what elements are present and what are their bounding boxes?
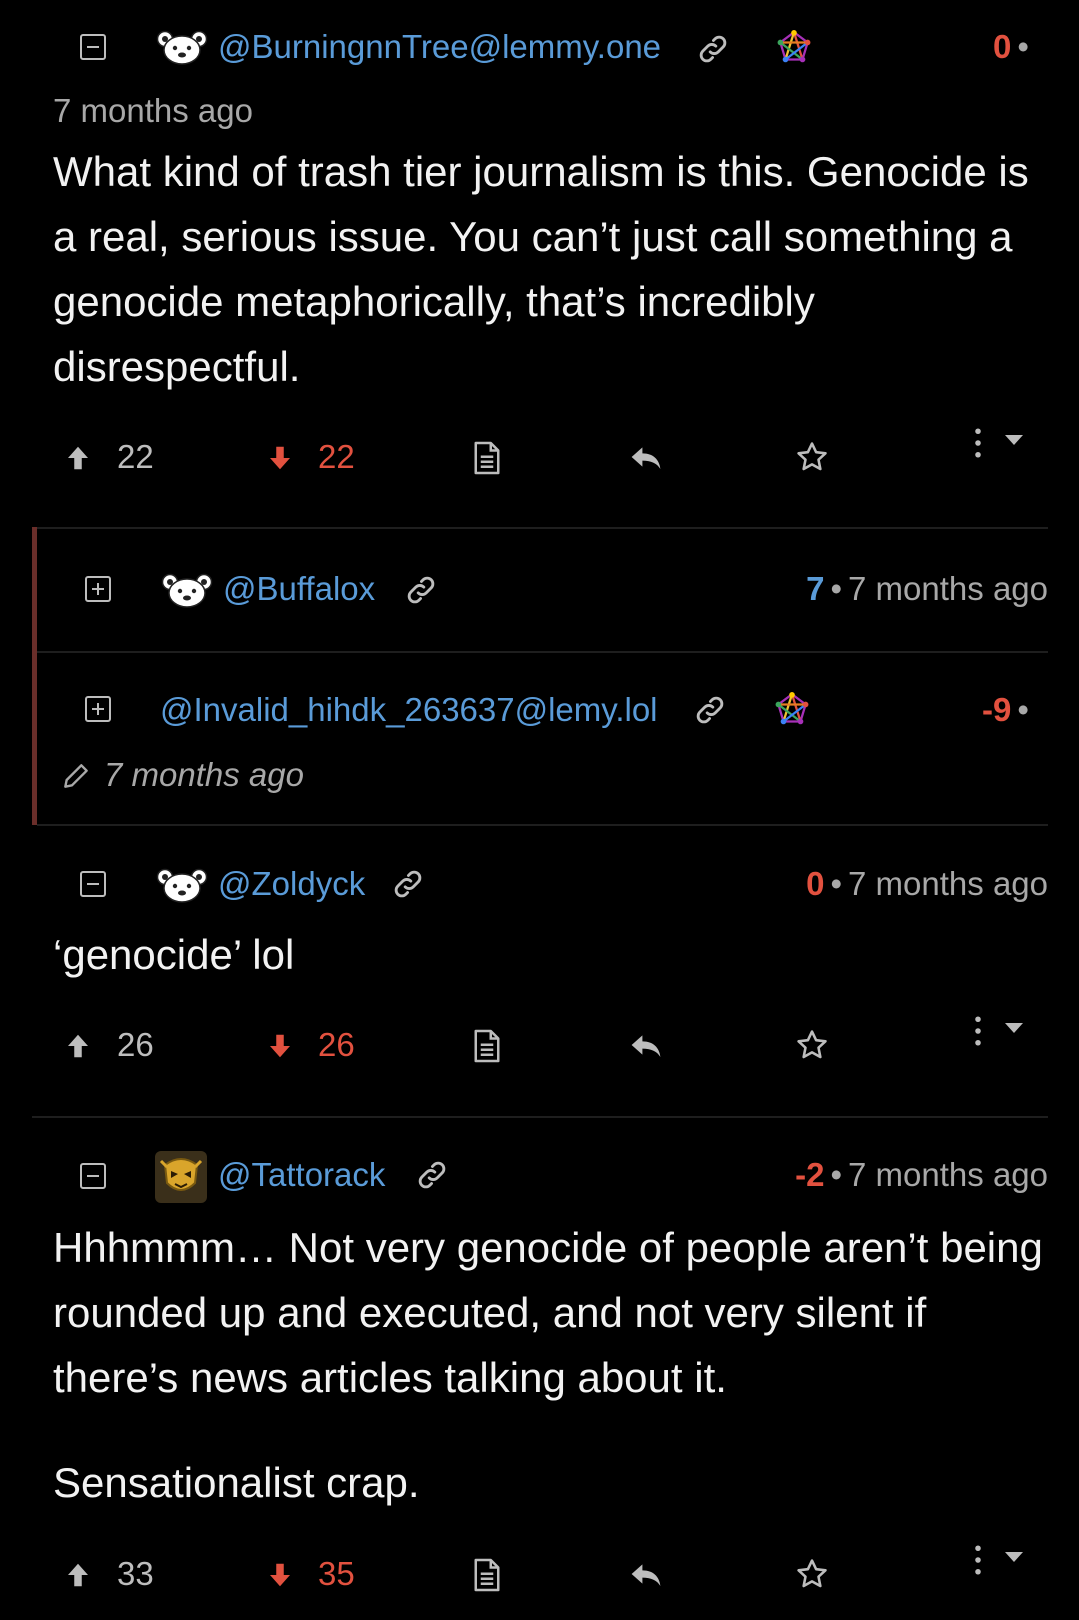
comment-score-line: 7 • 7 months ago — [806, 569, 1048, 609]
link-icon[interactable] — [391, 867, 425, 901]
fediverse-pentagram-icon[interactable] — [777, 30, 811, 64]
comment-paragraph: What kind of trash tier journalism is th… — [53, 148, 1029, 390]
arrow-up-icon[interactable] — [63, 443, 93, 473]
arrow-down-icon[interactable] — [265, 1031, 295, 1061]
comment-score: 0 — [806, 865, 825, 902]
comment-body: Hhhmmm… Not very genocide of people aren… — [53, 1215, 1053, 1515]
collapse-icon[interactable] — [80, 34, 106, 60]
separator: • — [830, 570, 843, 607]
kebab-menu-icon[interactable] — [972, 1544, 984, 1576]
caret-down-icon[interactable] — [1004, 1551, 1024, 1563]
comment-paragraph: Sensationalist crap. — [53, 1459, 420, 1506]
separator: • — [1017, 28, 1029, 65]
comment-time: 7 months ago — [104, 756, 304, 793]
arrow-down-icon[interactable] — [265, 443, 295, 473]
comment-time: 7 months ago — [848, 570, 1048, 607]
comment-username[interactable]: @Zoldyck — [218, 864, 365, 904]
comment-username[interactable]: @Invalid_hihdk_263637@lemy.lol — [160, 690, 658, 730]
comment-time: 7 months ago — [53, 92, 253, 129]
comment-score-line: -2 • 7 months ago — [795, 1155, 1048, 1195]
downvote-count: 35 — [318, 1555, 355, 1592]
comment-username[interactable]: @BurningnnTree@lemmy.one — [218, 27, 661, 67]
bear-avatar-icon[interactable] — [156, 868, 208, 904]
collapse-icon[interactable] — [80, 871, 106, 897]
downvote-count: 22 — [318, 438, 355, 475]
star-icon[interactable] — [795, 1028, 829, 1062]
caret-down-icon[interactable] — [1004, 434, 1024, 446]
document-icon[interactable] — [472, 440, 502, 476]
comment-paragraph: ‘genocide’ lol — [53, 931, 295, 978]
upvote-count: 33 — [117, 1555, 154, 1592]
downvote-count: 26 — [318, 1026, 355, 1063]
comment-body: What kind of trash tier journalism is th… — [53, 139, 1053, 399]
upvote-count: 22 — [117, 438, 154, 475]
link-icon[interactable] — [696, 32, 730, 66]
document-icon[interactable] — [472, 1557, 502, 1593]
caret-down-icon[interactable] — [1004, 1022, 1024, 1034]
link-icon[interactable] — [404, 573, 438, 607]
arrow-down-icon[interactable] — [265, 1560, 295, 1590]
document-icon[interactable] — [472, 1028, 502, 1064]
arrow-up-icon[interactable] — [63, 1031, 93, 1061]
comment-score: -2 — [795, 1156, 825, 1193]
divider — [37, 824, 1048, 826]
reply-icon[interactable] — [628, 442, 664, 472]
pencil-icon — [60, 760, 92, 792]
comment-score-line: -9 • — [982, 690, 1035, 730]
separator: • — [830, 1156, 843, 1193]
comment-paragraph: Hhhmmm… Not very genocide of people aren… — [53, 1224, 1043, 1401]
upvote-count: 26 — [117, 1026, 154, 1063]
comment-time: 7 months ago — [848, 1156, 1048, 1193]
collapse-icon[interactable] — [80, 1163, 106, 1189]
expand-icon[interactable] — [85, 576, 111, 602]
fediverse-pentagram-icon[interactable] — [775, 692, 809, 726]
comment-score-line: 0 • 7 months ago — [806, 864, 1048, 904]
separator: • — [1017, 691, 1029, 728]
divider — [37, 527, 1048, 529]
kebab-menu-icon[interactable] — [972, 1015, 984, 1047]
divider — [32, 1116, 1048, 1118]
comment-body: ‘genocide’ lol — [53, 922, 1053, 987]
comment-score: 0 — [993, 28, 1012, 65]
divider — [37, 651, 1048, 653]
link-icon[interactable] — [415, 1158, 449, 1192]
star-icon[interactable] — [795, 440, 829, 474]
separator: • — [830, 865, 843, 902]
reply-icon[interactable] — [628, 1030, 664, 1060]
comment-score: -9 — [982, 691, 1012, 728]
bear-avatar-icon[interactable] — [161, 573, 213, 609]
star-icon[interactable] — [795, 1557, 829, 1591]
comment-score: 7 — [806, 570, 825, 607]
comment-username[interactable]: @Tattorack — [218, 1155, 385, 1195]
bear-avatar-icon[interactable] — [156, 30, 208, 66]
kebab-menu-icon[interactable] — [972, 427, 984, 459]
reply-icon[interactable] — [628, 1559, 664, 1589]
link-icon[interactable] — [693, 693, 727, 727]
expand-icon[interactable] — [85, 696, 111, 722]
arrow-up-icon[interactable] — [63, 1560, 93, 1590]
gold-mask-avatar[interactable] — [155, 1151, 207, 1203]
comment-thread: @BurningnnTree@lemmy.one 0 • 7 months ago… — [0, 0, 1079, 1620]
comment-username[interactable]: @Buffalox — [223, 569, 375, 609]
comment-time: 7 months ago — [848, 865, 1048, 902]
comment-score-line: 0 • — [993, 27, 1035, 67]
thread-indent-bar — [32, 527, 37, 825]
